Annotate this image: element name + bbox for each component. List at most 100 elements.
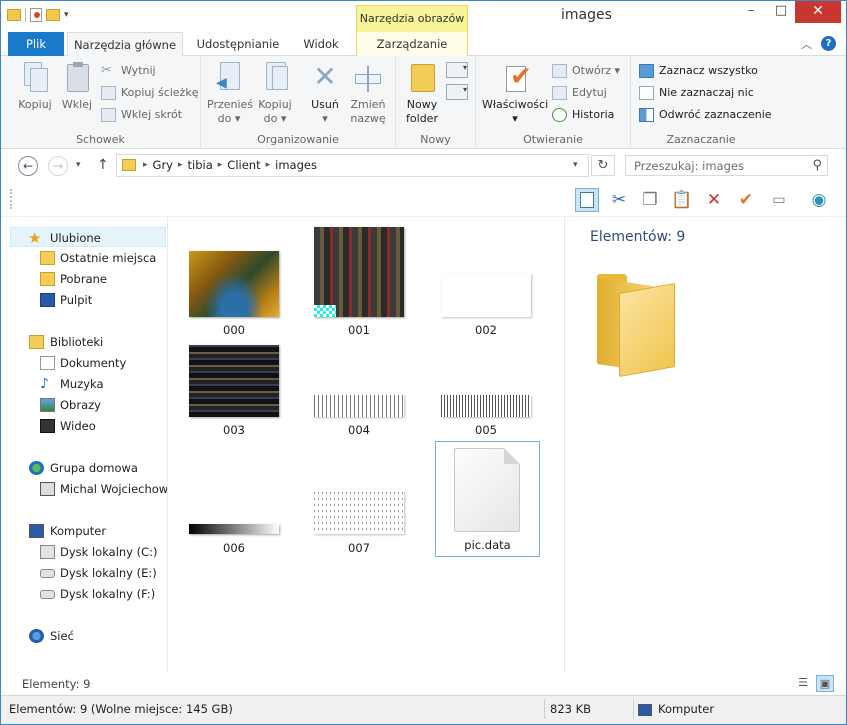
up-button[interactable]: ↑ [97, 157, 109, 173]
forward-button[interactable]: → [48, 156, 68, 176]
nav-item-user[interactable]: Michal Wojciechowski [1, 479, 167, 499]
file-name: 004 [348, 423, 370, 437]
cut-button[interactable]: ✂ Wytnij [101, 62, 156, 80]
contextual-tab-header: Narzędzia obrazów [356, 5, 468, 32]
open-button[interactable]: Otwórz ▾ [552, 62, 620, 80]
crumb-images[interactable]: images [275, 158, 317, 172]
easy-access-icon[interactable]: ▾ [446, 84, 468, 100]
collapse-ribbon-icon[interactable]: ︿ [801, 36, 812, 52]
minimize-button[interactable]: – [737, 1, 765, 23]
search-input[interactable]: Przeszukaj: images ⚲ [625, 155, 828, 176]
crumb-gry[interactable]: Gry [153, 158, 173, 172]
image-thumbnail [189, 524, 279, 534]
nav-item-disk-e[interactable]: Dysk lokalny (E:) [1, 563, 167, 583]
select-all-icon [639, 64, 654, 78]
nav-item-disk-f[interactable]: Dysk lokalny (F:) [1, 584, 167, 604]
help-icon[interactable]: ? [821, 36, 836, 51]
paste-label: Wklej [61, 98, 93, 111]
paste-shortcut-button[interactable]: Wklej skrót [101, 106, 182, 124]
tab-view[interactable]: Widok [297, 32, 345, 56]
file-item[interactable]: 000 [188, 250, 280, 340]
crumb-client[interactable]: Client [227, 158, 260, 172]
properties-icon[interactable]: ▭ [767, 188, 791, 212]
rename-button[interactable]: Zmień nazwę [347, 62, 389, 126]
file-item[interactable]: 007 [313, 489, 405, 557]
customize-qat-icon[interactable]: ▾ [64, 10, 69, 20]
group-label: Schowek [76, 133, 125, 146]
copy-button[interactable]: Kopiuj [15, 62, 55, 112]
move-to-button[interactable]: ◀ Przenieś do ▾ [207, 62, 253, 126]
copy-path-button[interactable]: Kopiuj ścieżkę [101, 84, 198, 102]
rename-label2: nazwę [350, 112, 386, 125]
details-view-icon[interactable]: ☰ [794, 675, 812, 692]
file-name: pic.data [464, 538, 511, 552]
maximize-button[interactable]: □ [767, 1, 795, 23]
nav-item-downloads[interactable]: Pobrane [1, 269, 167, 289]
nav-item-music[interactable]: ♪ Muzyka [1, 374, 167, 394]
delete-icon[interactable]: ✕ [702, 188, 726, 212]
paste-shortcut-icon [101, 108, 116, 122]
nav-item-disk-c[interactable]: Dysk lokalny (C:) [1, 542, 167, 562]
nav-label: Dysk lokalny (E:) [60, 566, 157, 580]
address-bar[interactable]: ▸ Gry ▸ tibia ▸ Client ▸ images ▾ [116, 154, 589, 177]
back-button[interactable]: ← [18, 156, 38, 176]
new-folder-icon[interactable] [46, 9, 60, 21]
tab-file[interactable]: Plik [8, 32, 64, 56]
nav-item-network[interactable]: Sieć [1, 626, 167, 646]
nav-label: Ulubione [50, 231, 101, 245]
file-item[interactable]: 003 [188, 344, 280, 439]
close-button[interactable]: ✕ [795, 1, 841, 23]
shell-icon[interactable]: ◉ [807, 188, 831, 212]
file-item-selected[interactable]: pic.data [435, 441, 540, 557]
crumb-tibia[interactable]: tibia [188, 158, 213, 172]
select-all-label: Zaznacz wszystko [659, 64, 758, 77]
nav-label: Grupa domowa [50, 461, 138, 475]
nav-item-recent[interactable]: Ostatnie miejsca [1, 248, 167, 268]
large-icons-view-icon[interactable]: ▣ [816, 675, 834, 692]
pictures-icon [40, 398, 55, 412]
paste-icon[interactable]: 📋 [670, 188, 694, 212]
folder-icon [7, 9, 21, 21]
history-label: Historia [572, 108, 615, 121]
tab-share[interactable]: Udostępnianie [193, 32, 283, 56]
properties-button[interactable]: ✔ Właściwości ▾ [482, 62, 548, 126]
group-organize: ◀ Przenieś do ▾ Kopiuj do ▾ ✕ Usuń ▾ Zmień n… [201, 56, 396, 149]
recent-locations-icon[interactable]: ▾ [76, 160, 81, 170]
new-folder-button[interactable]: Nowy folder [402, 62, 442, 126]
select-none-button[interactable]: Nie zaznaczaj nic [639, 84, 754, 102]
scissors-icon[interactable]: ✂ [607, 188, 631, 212]
new-item-icon[interactable]: ▾ [446, 62, 468, 78]
checkmark-icon[interactable]: ✔ [734, 188, 758, 212]
nav-item-pictures[interactable]: Obrazy [1, 395, 167, 415]
nav-item-computer[interactable]: Komputer [1, 521, 167, 541]
preview-pane-icon[interactable] [575, 188, 599, 212]
nav-item-desktop[interactable]: Pulpit [1, 290, 167, 310]
copy-to-label2: do ▾ [263, 112, 287, 125]
paste-button[interactable]: Wklej [59, 62, 95, 112]
invert-selection-button[interactable]: Odwróć zaznaczenie [639, 106, 772, 124]
copy-to-button[interactable]: Kopiuj do ▾ [255, 62, 295, 126]
edit-button[interactable]: Edytuj [552, 84, 607, 102]
file-item[interactable]: 004 [313, 395, 405, 439]
file-item[interactable]: 006 [188, 523, 280, 557]
history-button[interactable]: Historia [552, 106, 614, 124]
properties-icon[interactable] [30, 8, 42, 22]
tab-home[interactable]: Narzędzia główne [67, 32, 183, 57]
delete-dropdown-icon: ▾ [322, 112, 328, 125]
nav-item-documents[interactable]: Dokumenty [1, 353, 167, 373]
file-item[interactable]: 005 [440, 395, 532, 439]
nav-item-libraries[interactable]: Biblioteki [1, 332, 167, 352]
delete-button[interactable]: ✕ Usuń ▾ [305, 62, 345, 126]
nav-item-homegroup[interactable]: Grupa domowa [1, 458, 167, 478]
select-all-button[interactable]: Zaznacz wszystko [639, 62, 758, 80]
nav-item-videos[interactable]: Wideo [1, 416, 167, 436]
copy-icon[interactable]: ❐ [638, 188, 662, 212]
file-item[interactable]: 001 [313, 227, 405, 340]
nav-item-favorites[interactable]: ★ Ulubione [10, 227, 166, 247]
refresh-button[interactable]: ↻ [591, 155, 615, 176]
address-dropdown-icon[interactable]: ▾ [573, 160, 578, 170]
file-item[interactable]: 002 [440, 272, 532, 340]
nav-label: Komputer [50, 524, 107, 538]
nav-label: Obrazy [60, 398, 101, 412]
tab-manage[interactable]: Zarządzanie [356, 32, 468, 56]
